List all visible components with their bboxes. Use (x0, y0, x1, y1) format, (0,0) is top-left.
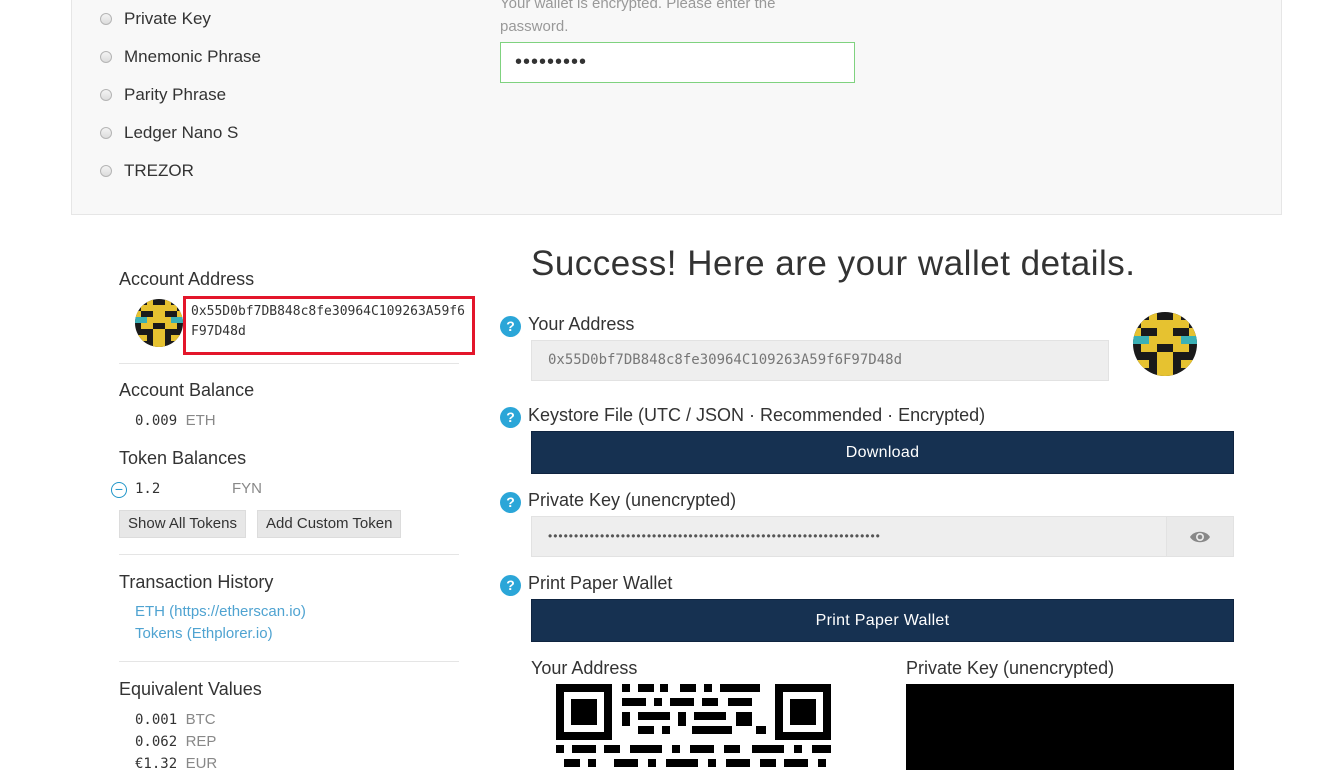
private-key-label: Private Key (unencrypted) (528, 490, 737, 510)
identicon-avatar (135, 299, 183, 347)
radio-label: TREZOR (124, 161, 194, 180)
account-balance-heading: Account Balance (119, 380, 255, 400)
radio-label: Mnemonic Phrase (124, 47, 262, 66)
paper-private-key-label: Private Key (unencrypted) (906, 658, 1115, 678)
show-all-tokens-button[interactable]: Show All Tokens (119, 510, 246, 538)
divider (119, 661, 459, 662)
equivalent-value: €1.32 (135, 756, 178, 770)
radio-parity-phrase[interactable]: Parity Phrase (100, 85, 226, 105)
equivalent-value-row: 0.001 BTC (135, 711, 216, 728)
token-symbol: FYN (232, 480, 262, 497)
print-paper-wallet-label: Print Paper Wallet (528, 573, 673, 593)
equivalent-value: 0.062 (135, 734, 178, 750)
private-key-qr-code (906, 684, 1234, 770)
equivalent-value-row: €1.32 EUR (135, 755, 217, 770)
ethplorer-link[interactable]: Tokens (Ethplorer.io) (135, 625, 273, 642)
equivalent-values-heading: Equivalent Values (119, 679, 262, 699)
account-address-heading: Account Address (119, 269, 255, 289)
token-symbol-wrap: FYN (232, 480, 262, 497)
radio-ledger-nano-s[interactable]: Ledger Nano S (100, 123, 238, 143)
radio-label: Private Key (124, 9, 211, 28)
identicon-avatar (1133, 312, 1197, 376)
divider (119, 363, 459, 364)
add-custom-token-button[interactable]: Add Custom Token (257, 510, 402, 538)
password-input[interactable]: ••••••••• (500, 42, 855, 83)
page-title: Success! Here are your wallet details. (531, 244, 1136, 283)
equivalent-value: 0.001 (135, 712, 178, 728)
remove-token-icon[interactable]: − (111, 482, 127, 498)
password-help-text: Your wallet is encrypted. Please enter t… (500, 0, 776, 35)
etherscan-link[interactable]: ETH (https://etherscan.io) (135, 603, 306, 620)
help-icon[interactable]: ? (500, 407, 521, 428)
radio-trezor[interactable]: TREZOR (100, 161, 194, 181)
balance-value: 0.009 (135, 413, 178, 429)
radio-circle-icon[interactable] (100, 51, 112, 63)
download-keystore-button[interactable]: Download (531, 431, 1234, 474)
equivalent-unit: BTC (185, 711, 216, 728)
eye-icon (1190, 531, 1210, 542)
transaction-history-heading: Transaction History (119, 572, 274, 592)
radio-label: Ledger Nano S (124, 123, 239, 142)
private-key-field[interactable]: ••••••••••••••••••••••••••••••••••••••••… (531, 516, 1167, 557)
equivalent-unit: EUR (185, 755, 218, 770)
your-address-label: Your Address (528, 314, 635, 334)
your-address-field[interactable]: 0x55D0bf7DB848c8fe30964C109263A59f6F97D4… (531, 340, 1109, 381)
help-icon[interactable]: ? (500, 575, 521, 596)
help-icon[interactable]: ? (500, 316, 521, 337)
paper-address-label: Your Address (531, 658, 638, 678)
token-balance-row: 1.2 (135, 481, 160, 497)
keystore-label: Keystore File (UTC / JSON · Recommended … (528, 405, 986, 425)
address-qr-code (556, 683, 831, 770)
help-icon[interactable]: ? (500, 492, 521, 513)
balance-unit: ETH (185, 412, 216, 429)
token-balances-heading: Token Balances (119, 448, 247, 468)
radio-mnemonic-phrase[interactable]: Mnemonic Phrase (100, 47, 261, 67)
print-paper-wallet-button[interactable]: Print Paper Wallet (531, 599, 1234, 642)
account-balance: 0.009 ETH (135, 412, 216, 429)
radio-circle-icon[interactable] (100, 89, 112, 101)
radio-label: Parity Phrase (124, 85, 227, 104)
radio-circle-icon[interactable] (100, 13, 112, 25)
unlock-panel: Private Key Mnemonic Phrase Parity Phras… (71, 0, 1282, 215)
radio-circle-icon[interactable] (100, 165, 112, 177)
equivalent-unit: REP (185, 733, 217, 750)
token-value: 1.2 (135, 481, 161, 497)
radio-private-key[interactable]: Private Key (100, 9, 211, 29)
account-address-value: 0x55D0bf7DB848c8fe30964C109263A59f6F97D4… (183, 296, 475, 355)
radio-circle-icon[interactable] (100, 127, 112, 139)
equivalent-value-row: 0.062 REP (135, 733, 216, 750)
divider (119, 554, 459, 555)
toggle-visibility-button[interactable] (1166, 516, 1234, 557)
